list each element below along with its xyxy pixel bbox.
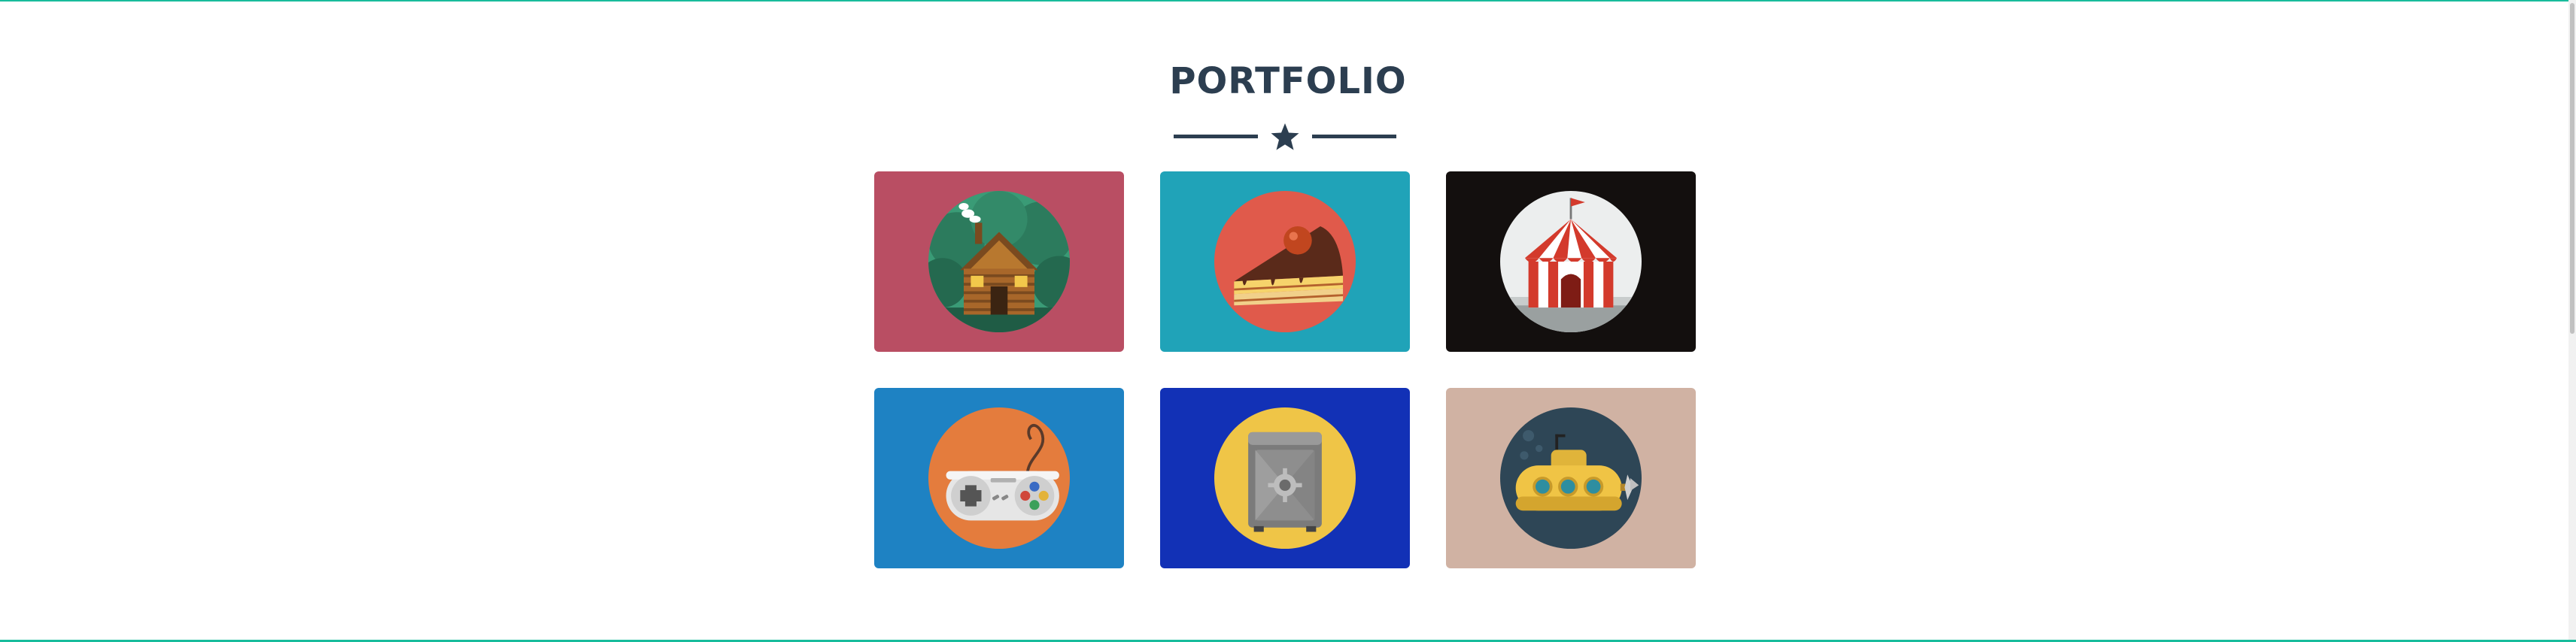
circus-tent-icon xyxy=(1500,191,1642,332)
portfolio-item-safe[interactable] xyxy=(1160,388,1410,568)
portfolio-item-controller[interactable] xyxy=(874,388,1124,568)
portfolio-item-cake[interactable] xyxy=(1160,171,1410,352)
divider-line-left xyxy=(1174,135,1258,138)
portfolio-item-submarine[interactable] xyxy=(1446,388,1696,568)
top-accent-line xyxy=(0,0,2576,2)
submarine-icon xyxy=(1500,407,1642,549)
safe-icon xyxy=(1214,407,1356,549)
portfolio-item-cabin[interactable] xyxy=(874,171,1124,352)
game-controller-icon xyxy=(928,407,1070,549)
section-title: PORTFOLIO xyxy=(1169,60,1407,102)
cake-slice-icon xyxy=(1214,191,1356,332)
star-icon xyxy=(1271,123,1299,150)
divider-line-right xyxy=(1312,135,1396,138)
page-scrollbar[interactable] xyxy=(2568,0,2576,642)
portfolio-grid xyxy=(874,171,1696,568)
scrollbar-thumb[interactable] xyxy=(2570,3,2574,334)
log-cabin-icon xyxy=(928,191,1070,332)
title-divider xyxy=(1174,122,1396,152)
portfolio-item-circus[interactable] xyxy=(1446,171,1696,352)
